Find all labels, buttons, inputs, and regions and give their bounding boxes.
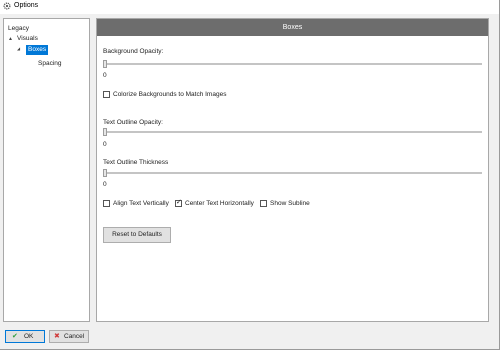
- text-outline-opacity-slider[interactable]: [103, 131, 482, 133]
- colorize-checkbox[interactable]: [103, 91, 110, 98]
- background-opacity-label: Background Opacity:: [103, 48, 164, 55]
- panel-header: Boxes: [97, 19, 488, 36]
- background-opacity-value: 0: [103, 72, 107, 79]
- text-outline-thickness-slider[interactable]: [103, 172, 482, 174]
- title-bar[interactable]: Options: [0, 0, 499, 14]
- text-outline-thickness-label: Text Outline Thickness: [103, 159, 169, 166]
- nav-tree: Legacy ▲ Visuals ◢ Boxes Spacing: [3, 18, 90, 322]
- background-opacity-slider[interactable]: [103, 63, 482, 65]
- cancel-button[interactable]: ✖ Cancel: [49, 330, 89, 343]
- tree-item-legacy[interactable]: Legacy: [8, 24, 29, 34]
- tree-item-visuals[interactable]: Visuals: [17, 34, 38, 44]
- show-subline-checkbox[interactable]: [260, 200, 267, 207]
- tree-item-boxes[interactable]: Boxes: [26, 45, 49, 55]
- align-vertically-checkbox[interactable]: [103, 200, 110, 207]
- text-outline-thickness-value: 0: [103, 181, 107, 188]
- center-horizontally-checkbox[interactable]: ✓: [175, 199, 182, 207]
- ok-label: OK: [24, 333, 34, 340]
- options-window: Options Legacy ▲ Visuals ◢ Boxes Spacing…: [0, 0, 500, 350]
- window-title: Options: [14, 2, 39, 9]
- gear-icon: [3, 2, 11, 10]
- text-outline-opacity-label: Text Outline Opacity:: [103, 119, 163, 126]
- settings-panel: Boxes Background Opacity: 0 Colorize Bac…: [96, 18, 489, 322]
- center-horizontally-label: Center Text Horizontally: [185, 200, 254, 207]
- align-vertically-label: Align Text Vertically: [113, 200, 169, 207]
- show-subline-label: Show Subline: [270, 200, 310, 207]
- tree-item-spacing[interactable]: Spacing: [38, 59, 62, 69]
- text-outline-opacity-thumb[interactable]: [103, 128, 107, 136]
- tree-collapse-icon[interactable]: ◢: [17, 44, 20, 54]
- background-opacity-thumb[interactable]: [103, 60, 107, 68]
- reset-to-defaults-button[interactable]: Reset to Defaults: [103, 227, 171, 243]
- tree-collapse-icon[interactable]: ▲: [8, 34, 13, 44]
- text-outline-thickness-thumb[interactable]: [103, 169, 107, 177]
- ok-button[interactable]: ✔ OK: [5, 330, 45, 343]
- x-icon: ✖: [54, 333, 60, 340]
- check-icon: ✔: [12, 333, 18, 340]
- cancel-label: Cancel: [64, 333, 85, 340]
- check-icon: ✓: [176, 199, 182, 206]
- colorize-label: Colorize Backgrounds to Match Images: [113, 91, 227, 98]
- text-outline-opacity-value: 0: [103, 141, 107, 148]
